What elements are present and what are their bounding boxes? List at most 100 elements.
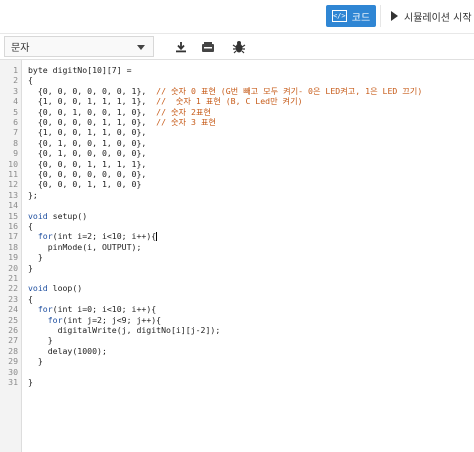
code-text: { (28, 221, 33, 231)
code-text: delay(1000); (28, 345, 107, 356)
code-line: void setup() (28, 211, 87, 221)
code-line: {0, 0, 0, 0, 0, 0, 0}, (28, 169, 146, 179)
line-number: 17 (8, 231, 18, 242)
line-number: 31 (8, 377, 18, 387)
download-icon (176, 41, 186, 52)
line-number-gutter: 1 2 3 4 5 6 7 8 9 10 11 12 13 14 15 16 17 18 19 20 21 22 23 24 2… (0, 60, 22, 452)
code-line: {0, 0, 0, 0, 1, 1, 0}, // 숫자 3 표현 (28, 117, 216, 127)
code-keyword: for (37, 231, 53, 242)
code-line: } (28, 335, 53, 345)
code-line: { (28, 75, 33, 85)
start-simulation-button[interactable]: 시뮬레이션 시작 (380, 5, 474, 27)
code-line: {0, 0, 0, 1, 1, 1, 1}, (28, 159, 146, 169)
code-line: { (28, 221, 33, 231)
code-text: {0, 0, 0, 1, 1, 0, 0} (28, 179, 142, 190)
line-number: 30 (8, 366, 18, 377)
code-text: byte digitNo[10][7] = (28, 65, 132, 75)
code-text: {0, 0, 0, 0, 1, 1, 0}, (28, 117, 157, 127)
code-text: { (28, 293, 33, 304)
line-number: 20 (8, 262, 18, 273)
code-text: {0, 0, 0, 0, 0, 0, 1}, (28, 85, 157, 96)
code-text: } (28, 356, 43, 367)
code-text: digitalWrite(j, digitNo[i][j-2]); (28, 325, 221, 335)
code-line: { (28, 294, 33, 304)
line-number: 25 (8, 314, 18, 325)
code-line: delay(1000); (28, 346, 107, 356)
line-number: 26 (8, 325, 18, 335)
line-number: 14 (8, 200, 18, 211)
code-line: for(int i=2; i<10; i++){ (28, 231, 158, 242)
line-number: 4 (13, 96, 18, 107)
line-number: 9 (13, 148, 18, 159)
line-number: 10 (8, 158, 18, 169)
code-keyword: void (28, 283, 48, 294)
line-number: 7 (13, 127, 18, 138)
code-line: {0, 1, 0, 0, 1, 0, 0}, (28, 138, 146, 148)
line-number: 13 (8, 189, 18, 200)
download-button[interactable] (168, 36, 194, 57)
code-text: {0, 0, 1, 0, 0, 1, 0}, (28, 106, 157, 117)
upload-to-device-button[interactable] (195, 36, 221, 57)
code-line: {0, 1, 0, 0, 0, 0, 0}, (28, 148, 146, 158)
code-text: loop() (47, 283, 83, 294)
code-mode-select[interactable]: 문자 (4, 36, 154, 57)
code-line: {0, 0, 0, 0, 0, 0, 1}, // 숫자 0 표현 (G번 빼고… (28, 86, 422, 96)
code-text: {0, 1, 0, 0, 1, 0, 0}, (28, 137, 147, 148)
line-number: 11 (8, 169, 18, 179)
code-text: {0, 0, 0, 1, 1, 1, 1}, (28, 158, 147, 169)
editor-toolbar: 문자 (0, 33, 474, 60)
code-button-label: 코드 (351, 12, 371, 24)
code-keyword: for (37, 304, 53, 315)
code-icon: </> (331, 10, 347, 22)
code-text: (int j=2; j<9; j++){ (62, 314, 162, 325)
code-text: }; (28, 189, 38, 200)
chevron-down-icon (137, 45, 145, 50)
code-text: } (28, 252, 43, 263)
code-keyword: for (47, 314, 63, 325)
line-number: 16 (8, 221, 18, 231)
code-line: for(int j=2; j<9; j++){ (28, 315, 161, 325)
code-comment: // 숫자 3 표현 (156, 117, 216, 127)
line-number: 1 (13, 65, 18, 75)
code-line: pinMode(i, OUTPUT); (28, 242, 142, 252)
line-number: 6 (13, 117, 18, 127)
line-number: 18 (8, 241, 18, 252)
code-text: (int i=0; i<10; i++){ (52, 304, 157, 315)
code-line: } (28, 252, 43, 262)
code-editor[interactable]: 1 2 3 4 5 6 7 8 9 10 11 12 13 14 15 16 17 18 19 20 21 22 23 24 2… (0, 60, 474, 452)
code-text: {0, 0, 0, 0, 0, 0, 0}, (28, 169, 147, 179)
code-line: {1, 0, 0, 1, 1, 0, 0}, (28, 127, 146, 137)
code-line: void loop() (28, 283, 82, 293)
line-number: 12 (8, 179, 18, 190)
code-comment: // 숫자 1 표현 (B, C Led만 켜기) (156, 96, 303, 107)
line-number: 19 (8, 252, 18, 263)
top-bar: </> 코드 시뮬레이션 시작 (0, 0, 474, 33)
code-text: {1, 0, 0, 1, 1, 1, 1}, (28, 96, 157, 107)
code-button[interactable]: </> 코드 (326, 5, 376, 27)
code-text: setup() (47, 210, 88, 221)
line-number: 29 (8, 356, 18, 367)
line-number: 22 (8, 283, 18, 294)
upload-device-icon (202, 41, 214, 52)
line-number: 8 (13, 137, 18, 148)
line-number: 24 (8, 304, 18, 315)
code-comment: // 숫자 2표현 (156, 106, 211, 117)
code-line: } (28, 356, 43, 366)
line-number: 21 (8, 273, 18, 283)
code-line: {0, 0, 0, 1, 1, 0, 0} (28, 179, 142, 190)
line-number: 28 (8, 345, 18, 356)
code-text: } (28, 262, 33, 273)
code-line: } (28, 377, 33, 387)
code-line: for(int i=0; i<10; i++){ (28, 304, 156, 314)
code-text: { (28, 75, 33, 86)
code-text: } (28, 377, 33, 387)
code-text: {1, 0, 0, 1, 1, 0, 0}, (28, 127, 147, 138)
start-simulation-label: 시뮬레이션 시작 (404, 12, 472, 24)
debug-button[interactable] (226, 36, 252, 57)
code-text: (int i=2; i<10; i++){ (52, 231, 157, 242)
code-line: {0, 0, 1, 0, 0, 1, 0}, // 숫자 2표현 (28, 107, 211, 117)
code-line: byte digitNo[10][7] = (28, 65, 132, 75)
